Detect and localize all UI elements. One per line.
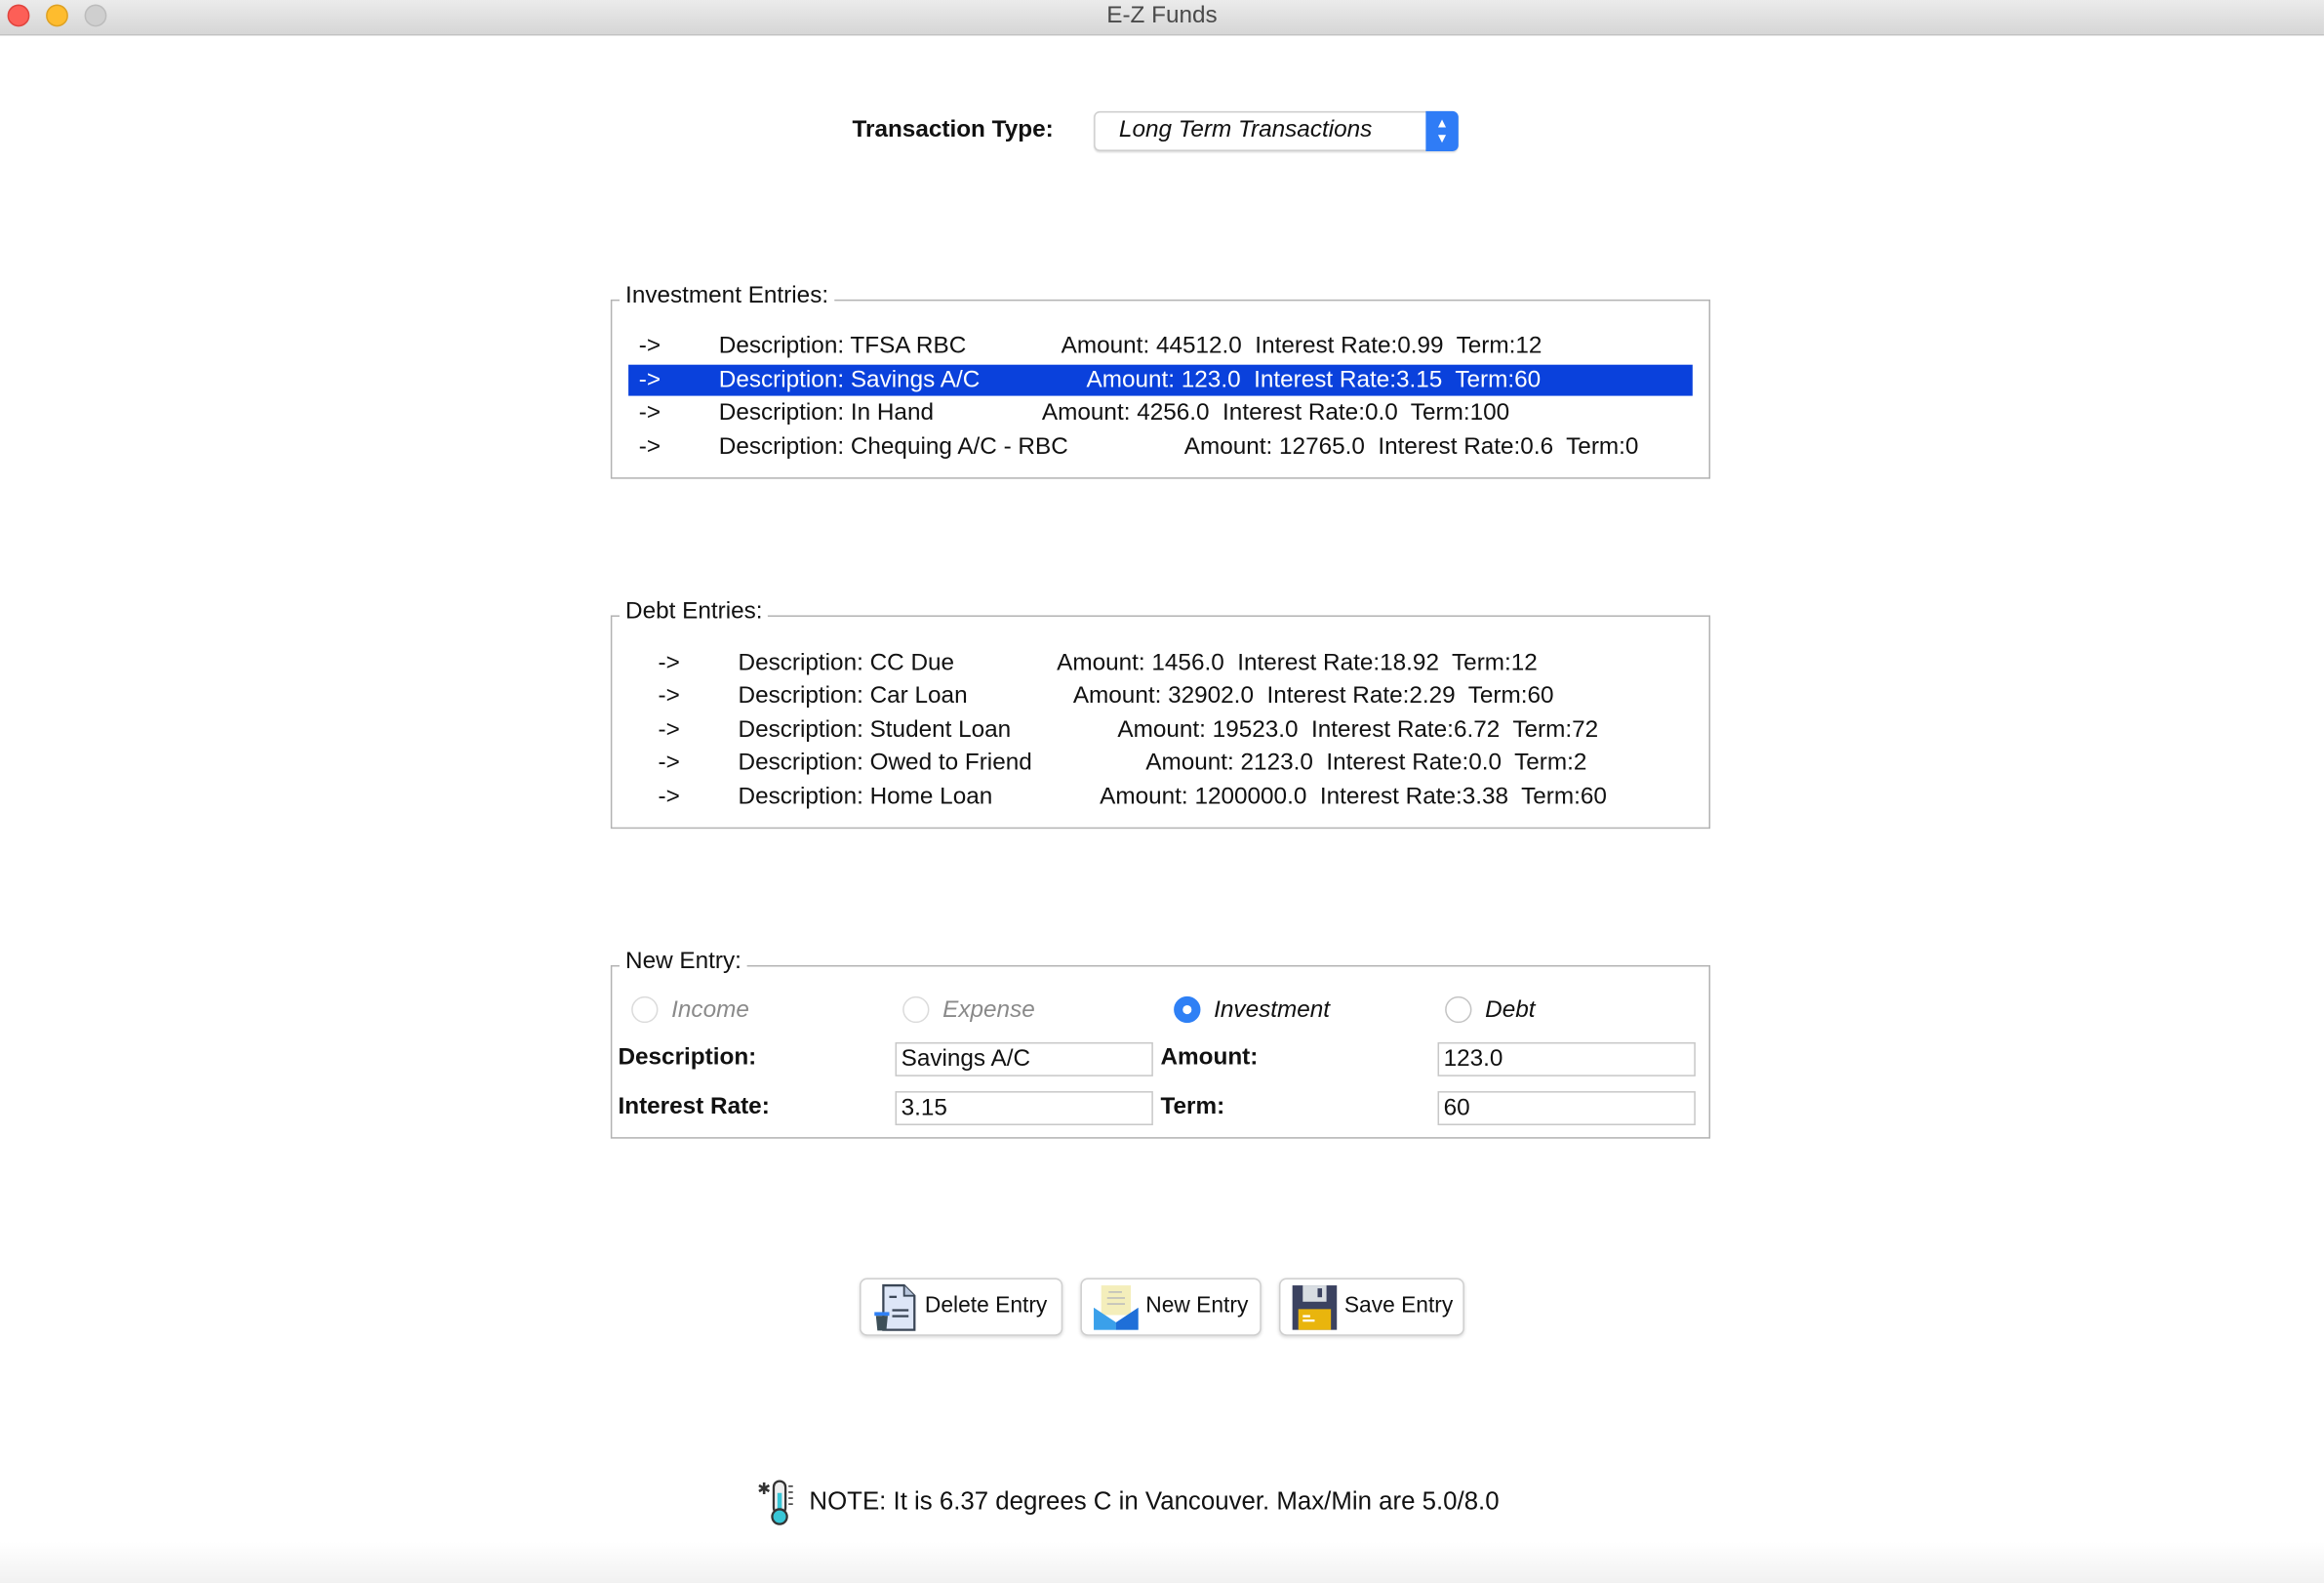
arrow: -> [658, 717, 680, 744]
list-item[interactable]: -> Description: Student Loan Amount: 195… [648, 714, 1685, 746]
list-item[interactable]: -> Description: TFSA RBC Amount: 44512.0… [628, 331, 1693, 362]
debt-entries-title: Debt Entries: [619, 598, 769, 627]
entry-details: Amount: 19523.0 Interest Rate:6.72 Term:… [1117, 717, 1599, 744]
list-item[interactable]: -> Description: Chequing A/C - RBC Amoun… [628, 431, 1693, 463]
amount-label: Amount: [1160, 1044, 1259, 1071]
entry-description: Description: Owed to Friend [738, 750, 1032, 776]
arrow: -> [638, 434, 661, 460]
investment-entries-title: Investment Entries: [619, 283, 835, 310]
entry-description: Description: Home Loan [738, 784, 993, 810]
entry-description: Description: Car Loan [738, 683, 968, 710]
entry-description: Description: In Hand [718, 400, 934, 426]
thermometer-icon: ✱ [757, 1480, 793, 1525]
income-radio-label: Income [671, 997, 749, 1024]
transaction-type-label: Transaction Type: [852, 117, 1054, 142]
interest-rate-label: Interest Rate: [618, 1094, 770, 1119]
arrow: -> [638, 333, 661, 359]
list-item[interactable]: -> Description: CC Due Amount: 1456.0 In… [648, 648, 1685, 679]
svg-text:✱: ✱ [757, 1480, 771, 1498]
entry-description: Description: Student Loan [738, 717, 1012, 744]
debt-radio-label: Debt [1485, 997, 1536, 1024]
entry-description: Description: Chequing A/C - RBC [718, 434, 1068, 460]
list-item[interactable]: -> Description: Car Loan Amount: 32902.0… [648, 680, 1685, 711]
list-item[interactable]: -> Description: In Hand Amount: 4256.0 I… [628, 397, 1693, 428]
transaction-type-select[interactable]: Long Term Transactions ▲ ▼ [1094, 110, 1459, 151]
investment-radio-label: Investment [1214, 997, 1331, 1024]
arrow: -> [658, 650, 680, 676]
description-label: Description: [618, 1044, 757, 1071]
save-entry-button[interactable]: Save Entry [1278, 1278, 1464, 1336]
entry-description: Description: Savings A/C [718, 367, 981, 393]
expense-radio-label: Expense [942, 997, 1035, 1024]
arrow: -> [658, 750, 680, 776]
income-radio[interactable] [631, 995, 659, 1024]
entry-description: Description: CC Due [738, 650, 955, 676]
arrow: -> [658, 784, 680, 810]
term-input[interactable]: 60 [1437, 1091, 1696, 1125]
entry-details: Amount: 1200000.0 Interest Rate:3.38 Ter… [1100, 784, 1607, 810]
transaction-type-value: Long Term Transactions [1118, 117, 1373, 142]
arrow: -> [638, 400, 661, 426]
investment-radio[interactable] [1174, 995, 1201, 1024]
app-window: E-Z Funds Transaction Type: Long Term Tr… [0, 0, 2324, 1583]
entry-details: Amount: 4256.0 Interest Rate:0.0 Term:10… [1041, 400, 1510, 426]
entry-details: Amount: 12765.0 Interest Rate:0.6 Term:0 [1183, 434, 1639, 460]
weather-note: NOTE: It is 6.37 degrees C in Vancouver.… [809, 1486, 1500, 1516]
delete-document-icon [874, 1283, 916, 1331]
entry-details: Amount: 44512.0 Interest Rate:0.99 Term:… [1061, 333, 1543, 359]
save-entry-label: Save Entry [1343, 1292, 1454, 1319]
title-bar: E-Z Funds [0, 0, 2324, 36]
debt-radio[interactable] [1445, 995, 1472, 1024]
arrow: -> [638, 367, 661, 393]
envelope-letter-icon [1094, 1285, 1139, 1330]
list-item-selected[interactable]: -> Description: Savings A/C Amount: 123.… [628, 364, 1693, 396]
chevron-updown-icon: ▲ ▼ [1425, 110, 1459, 151]
new-entry-title: New Entry: [619, 949, 748, 976]
footer-bar [0, 1541, 2324, 1583]
entry-details: Amount: 2123.0 Interest Rate:0.0 Term:2 [1145, 750, 1587, 776]
list-item[interactable]: -> Description: Home Loan Amount: 120000… [648, 782, 1685, 813]
floppy-disk-icon [1292, 1285, 1338, 1330]
entry-details: Amount: 123.0 Interest Rate:3.15 Term:60 [1086, 367, 1542, 393]
delete-entry-label: Delete Entry [924, 1292, 1048, 1319]
list-item[interactable]: -> Description: Owed to Friend Amount: 2… [648, 748, 1685, 779]
term-label: Term: [1160, 1094, 1225, 1119]
entry-description: Description: TFSA RBC [718, 333, 967, 359]
delete-entry-button[interactable]: Delete Entry [860, 1278, 1063, 1336]
description-input[interactable]: Savings A/C [895, 1041, 1153, 1076]
interest-rate-input[interactable]: 3.15 [895, 1091, 1153, 1125]
entry-details: Amount: 1456.0 Interest Rate:18.92 Term:… [1057, 650, 1538, 676]
new-entry-button[interactable]: New Entry [1080, 1278, 1262, 1336]
amount-input[interactable]: 123.0 [1437, 1041, 1696, 1076]
window-title: E-Z Funds [1106, 3, 1218, 28]
arrow: -> [658, 683, 680, 710]
entry-details: Amount: 32902.0 Interest Rate:2.29 Term:… [1072, 683, 1554, 710]
new-entry-label: New Entry [1145, 1292, 1249, 1319]
expense-radio[interactable] [902, 995, 930, 1024]
